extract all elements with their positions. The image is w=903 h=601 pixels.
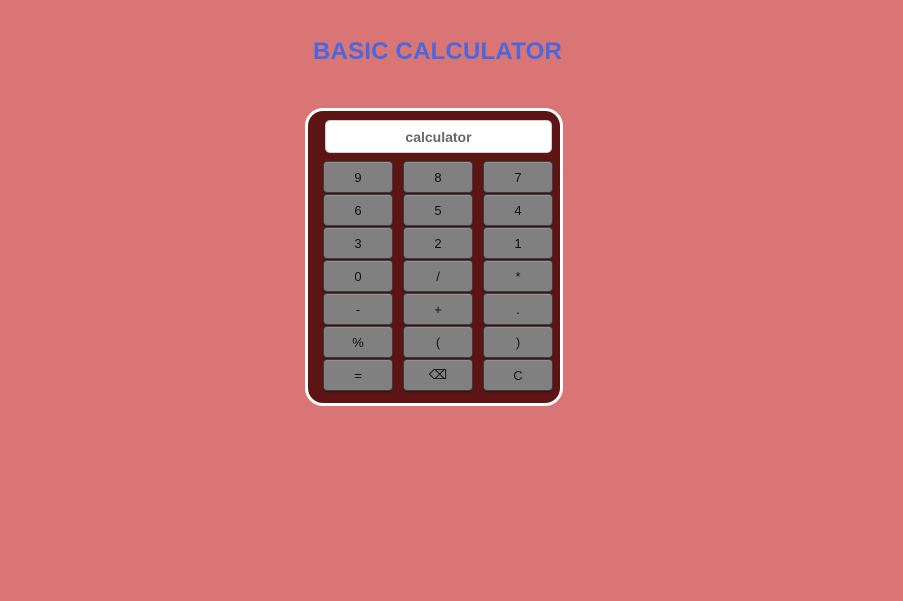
clear-button[interactable]: C bbox=[483, 359, 553, 391]
key-0[interactable]: 0 bbox=[323, 260, 393, 292]
page-title: BASIC CALCULATOR bbox=[313, 38, 562, 65]
add-button[interactable]: + bbox=[403, 293, 473, 325]
multiply-button[interactable]: * bbox=[483, 260, 553, 292]
calculator-display[interactable] bbox=[325, 120, 552, 153]
key-4[interactable]: 4 bbox=[483, 194, 553, 226]
open-paren-button[interactable]: ( bbox=[403, 326, 473, 358]
key-9[interactable]: 9 bbox=[323, 161, 393, 193]
equals-button[interactable]: = bbox=[323, 359, 393, 391]
backspace-button[interactable]: ⌫ bbox=[403, 359, 473, 391]
key-1[interactable]: 1 bbox=[483, 227, 553, 259]
key-2[interactable]: 2 bbox=[403, 227, 473, 259]
percent-button[interactable]: % bbox=[323, 326, 393, 358]
key-3[interactable]: 3 bbox=[323, 227, 393, 259]
key-7[interactable]: 7 bbox=[483, 161, 553, 193]
decimal-button[interactable]: . bbox=[483, 293, 553, 325]
subtract-button[interactable]: - bbox=[323, 293, 393, 325]
divide-button[interactable]: / bbox=[403, 260, 473, 292]
close-paren-button[interactable]: ) bbox=[483, 326, 553, 358]
key-5[interactable]: 5 bbox=[403, 194, 473, 226]
keypad: 9 8 7 6 5 4 3 2 1 0 / * - + . % ( ) = ⌫ … bbox=[323, 161, 558, 391]
calculator: 9 8 7 6 5 4 3 2 1 0 / * - + . % ( ) = ⌫ … bbox=[305, 108, 563, 406]
key-8[interactable]: 8 bbox=[403, 161, 473, 193]
key-6[interactable]: 6 bbox=[323, 194, 393, 226]
